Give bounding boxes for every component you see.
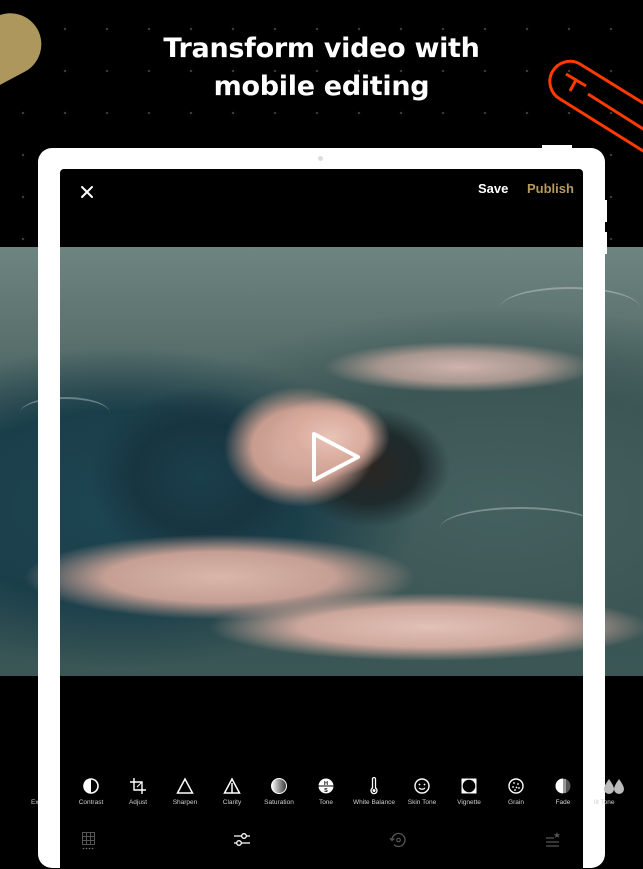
clarity-icon: [223, 777, 241, 794]
editor-screen: Save Publish: [60, 169, 583, 869]
contrast-icon: [83, 778, 99, 794]
exposure-icon: [30, 777, 50, 795]
svg-text:H: H: [324, 781, 328, 787]
save-button[interactable]: Save: [478, 181, 508, 196]
play-icon[interactable]: [310, 431, 362, 483]
svg-text:S: S: [324, 788, 328, 794]
vignette-icon: [461, 778, 477, 794]
tool-strip: Ex Contrast Adjust Sharpen Clarity Satur…: [0, 770, 643, 810]
headline: Transform video with mobile editing: [0, 30, 643, 106]
headline-line-2: mobile editing: [213, 71, 430, 102]
thermometer-icon: [370, 777, 378, 795]
grain-icon: [508, 778, 524, 794]
bottom-nav: [60, 825, 583, 858]
tool-split-tone[interactable]: lit Tone: [584, 770, 643, 806]
close-icon[interactable]: [78, 183, 96, 201]
smiley-icon: [414, 778, 430, 794]
grid-icon[interactable]: [81, 831, 97, 851]
editor-top-bar: Save Publish: [60, 169, 583, 213]
tone-icon: HS: [318, 778, 334, 794]
device-camera: [318, 156, 323, 161]
publish-button[interactable]: Publish: [527, 181, 574, 196]
recipes-icon[interactable]: [545, 831, 561, 849]
crop-icon: [130, 778, 146, 794]
fade-icon: [555, 778, 571, 794]
headline-line-1: Transform video with: [163, 33, 480, 64]
tool-label: lit Tone: [594, 799, 615, 806]
split-tone-icon: [604, 779, 624, 794]
triangle-icon: [176, 777, 194, 794]
sliders-icon[interactable]: [233, 831, 251, 849]
saturation-icon: [271, 778, 287, 794]
history-icon[interactable]: [389, 831, 407, 849]
